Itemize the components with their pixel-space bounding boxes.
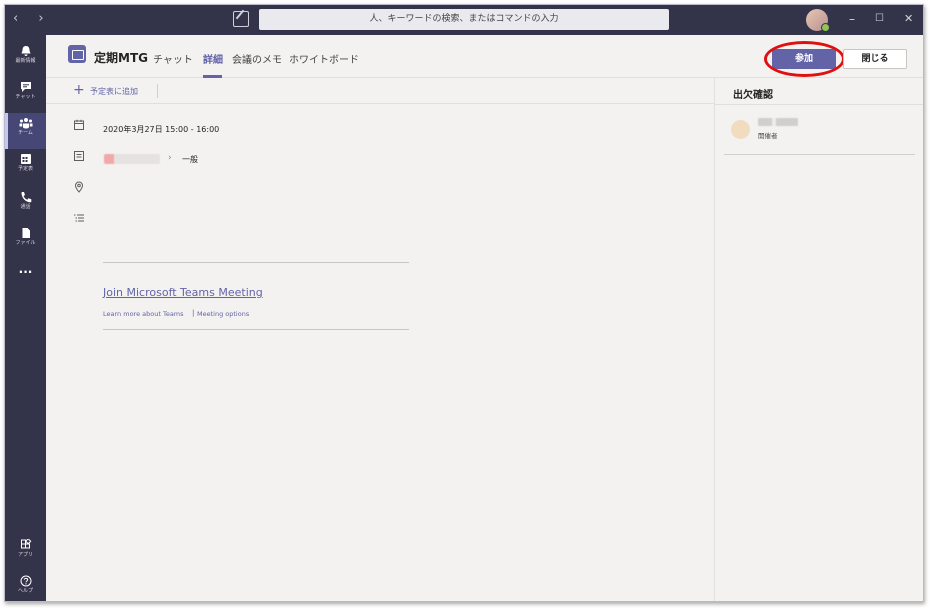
forward-button[interactable]: › xyxy=(38,11,51,26)
maximize-button[interactable]: ☐ xyxy=(875,10,884,28)
rail-item-apps[interactable]: アプリ xyxy=(5,535,46,571)
apps-icon xyxy=(20,539,31,549)
rail-label: ファイル xyxy=(15,240,36,246)
close-button[interactable]: 閉じる xyxy=(843,49,907,69)
attendance-title: 出欠確認 xyxy=(733,90,773,101)
rail-label: 最新情報 xyxy=(15,58,36,64)
team-name-redacted xyxy=(104,154,160,164)
rail-item-teams[interactable]: チーム xyxy=(5,113,46,149)
teams-window: ‹ › 人、キーワードの検索、またはコマンドの入力 – ☐ ✕ 最新情報 チャッ… xyxy=(4,4,924,602)
file-icon xyxy=(22,228,30,238)
more-apps-button[interactable]: ··· xyxy=(5,266,46,285)
calendar-icon xyxy=(74,119,84,130)
rail-item-files[interactable]: ファイル xyxy=(5,223,46,259)
channel-name: 一般 xyxy=(182,155,198,164)
join-button[interactable]: 参加 xyxy=(772,49,836,69)
tab-chat[interactable]: チャット xyxy=(153,51,193,66)
profile-avatar[interactable] xyxy=(806,9,830,32)
compose-icon[interactable] xyxy=(233,11,249,27)
phone-icon xyxy=(21,192,31,203)
meeting-title: 定期MTG xyxy=(94,51,148,65)
rail-label: チーム xyxy=(18,130,33,136)
rail-label: 通話 xyxy=(20,204,31,210)
add-to-calendar-button[interactable]: 予定表に追加 xyxy=(90,86,138,97)
teams-icon xyxy=(19,118,32,129)
title-bar: ‹ › 人、キーワードの検索、またはコマンドの入力 – ☐ ✕ xyxy=(5,5,923,35)
description-icon xyxy=(74,214,84,222)
attendee-name-redacted xyxy=(758,118,798,126)
attendee-divider xyxy=(724,154,915,155)
toolbar-divider xyxy=(157,84,158,98)
chevron-right-icon: › xyxy=(168,153,172,163)
join-teams-meeting-link[interactable]: Join Microsoft Teams Meeting xyxy=(103,286,263,299)
rail-label: 予定表 xyxy=(17,166,33,172)
description-divider-top xyxy=(103,262,409,263)
back-button[interactable]: ‹ xyxy=(13,11,26,26)
meeting-datetime: 2020年3月27日 15:00 - 16:00 xyxy=(103,125,220,134)
presence-available-icon xyxy=(821,23,830,32)
channel-icon xyxy=(74,151,84,161)
rail-item-activity[interactable]: 最新情報 xyxy=(5,41,46,77)
attendee-role: 開催者 xyxy=(758,132,778,140)
panel-divider xyxy=(715,104,923,105)
rail-item-help[interactable]: ヘルプ xyxy=(5,571,46,601)
nav-arrows: ‹ › xyxy=(13,11,52,26)
rail-label: ヘルプ xyxy=(17,588,33,594)
calendar-icon xyxy=(20,154,31,164)
minimize-button[interactable]: – xyxy=(849,10,855,28)
rail-item-chat[interactable]: チャット xyxy=(5,77,46,113)
meeting-header: 定期MTG チャット 詳細 会議のメモ ホワイトボード 参加 閉じる xyxy=(46,35,923,78)
location-icon xyxy=(74,181,84,193)
tab-details[interactable]: 詳細 xyxy=(203,51,223,66)
close-window-button[interactable]: ✕ xyxy=(904,10,913,28)
rail-label: アプリ xyxy=(17,552,33,558)
bell-icon xyxy=(21,46,30,56)
details-toolbar: + 予定表に追加 xyxy=(46,78,714,104)
chat-icon xyxy=(20,82,31,92)
link-separator: | xyxy=(192,309,195,317)
app-rail: 最新情報 チャット チーム 予定表 通話 ファイル ··· アプリ ヘルプ xyxy=(5,35,46,601)
description-divider-bottom xyxy=(103,329,409,330)
tab-meeting-notes[interactable]: 会議のメモ xyxy=(232,51,282,66)
meeting-calendar-icon xyxy=(68,45,86,63)
rail-item-calls[interactable]: 通話 xyxy=(5,187,46,223)
meeting-options-link[interactable]: Meeting options xyxy=(197,310,249,318)
rail-item-calendar[interactable]: 予定表 xyxy=(5,149,46,185)
search-input[interactable]: 人、キーワードの検索、またはコマンドの入力 xyxy=(259,9,669,30)
help-icon xyxy=(20,575,31,587)
attendee-avatar[interactable] xyxy=(731,120,750,139)
attendance-panel: 出欠確認 開催者 xyxy=(714,78,923,601)
tab-whiteboard[interactable]: ホワイトボード xyxy=(289,51,359,66)
learn-more-link[interactable]: Learn more about Teams xyxy=(103,310,184,318)
rail-label: チャット xyxy=(15,94,36,100)
plus-icon[interactable]: + xyxy=(73,82,85,98)
